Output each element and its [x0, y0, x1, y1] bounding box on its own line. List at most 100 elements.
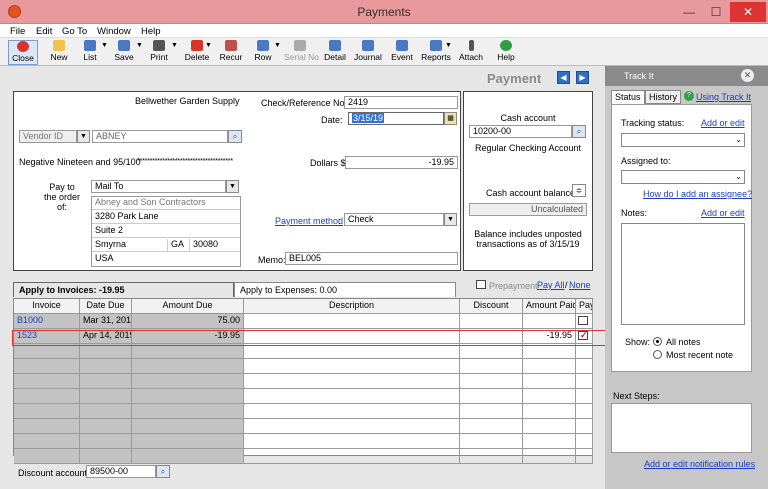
empty-grid-cell[interactable]: [460, 434, 523, 449]
empty-grid-cell[interactable]: [244, 419, 460, 434]
tracking-status-select[interactable]: ⌄: [621, 133, 745, 147]
add-assignee-link[interactable]: How do I add an assignee?: [643, 189, 752, 199]
empty-grid-cell[interactable]: [523, 359, 576, 374]
empty-grid-cell[interactable]: [523, 374, 576, 389]
all-notes-radio[interactable]: [653, 337, 662, 346]
cash-account-search-icon[interactable]: ⌕: [572, 125, 586, 138]
empty-grid-cell[interactable]: [14, 434, 80, 449]
empty-grid-cell[interactable]: [460, 389, 523, 404]
window-close-button[interactable]: ✕: [730, 2, 766, 22]
recent-note-radio[interactable]: [653, 350, 662, 359]
prepayment-checkbox[interactable]: [476, 280, 486, 289]
print-button[interactable]: Print: [149, 40, 169, 65]
event-button[interactable]: Event: [390, 40, 414, 65]
empty-grid-cell[interactable]: [244, 389, 460, 404]
next-record-button[interactable]: ▶: [576, 71, 589, 84]
menu-file[interactable]: File: [10, 26, 25, 37]
empty-grid-cell[interactable]: [14, 449, 80, 464]
row-2-invoice[interactable]: 1523: [14, 329, 80, 344]
menu-edit[interactable]: Edit: [36, 26, 52, 37]
menu-window[interactable]: Window: [97, 26, 131, 37]
empty-grid-cell[interactable]: [244, 434, 460, 449]
discount-search-icon[interactable]: ⌕: [156, 465, 170, 478]
memo-input[interactable]: BEL005: [285, 252, 458, 265]
pay-checkbox[interactable]: ✓: [578, 330, 588, 340]
new-button[interactable]: New: [46, 40, 72, 65]
track-it-close-icon[interactable]: ✕: [741, 69, 754, 82]
dollars-amount[interactable]: -19.95: [345, 156, 458, 169]
save-dropdown-icon[interactable]: ▼: [136, 42, 143, 49]
empty-grid-cell[interactable]: [14, 359, 80, 374]
payment-method-select[interactable]: Check: [344, 213, 444, 226]
vendor-id-dropdown-icon[interactable]: ▼: [77, 130, 90, 143]
delete-dropdown-icon[interactable]: ▼: [205, 42, 212, 49]
pay-checkbox[interactable]: [578, 316, 588, 325]
address-line1[interactable]: 3280 Park Lane: [92, 211, 240, 224]
calculate-balance-icon[interactable]: ≑: [572, 184, 586, 197]
empty-grid-cell[interactable]: [523, 434, 576, 449]
empty-grid-cell[interactable]: [460, 344, 523, 359]
empty-grid-cell[interactable]: [244, 449, 460, 464]
address-country[interactable]: USA: [92, 253, 240, 266]
empty-grid-cell[interactable]: [460, 359, 523, 374]
pay-all-link[interactable]: Pay All: [537, 280, 565, 290]
row-1-description[interactable]: [244, 314, 460, 329]
empty-grid-cell[interactable]: [523, 389, 576, 404]
empty-grid-cell[interactable]: [460, 404, 523, 419]
mail-to-select[interactable]: Mail To: [91, 180, 226, 193]
row-2-discount[interactable]: [460, 329, 523, 344]
row-1-discount[interactable]: [460, 314, 523, 329]
row-2-description[interactable]: [244, 329, 460, 344]
next-steps-box[interactable]: [611, 403, 752, 453]
check-number-input[interactable]: 2419: [344, 96, 458, 109]
assigned-to-select[interactable]: ⌄: [621, 170, 745, 184]
tracking-status-edit-link[interactable]: Add or edit: [701, 118, 745, 128]
tab-apply-expenses[interactable]: Apply to Expenses: 0.00: [234, 282, 456, 297]
menu-goto[interactable]: Go To: [62, 26, 87, 37]
empty-grid-cell[interactable]: [244, 344, 460, 359]
close-button[interactable]: Close: [8, 40, 38, 65]
using-track-it-link[interactable]: Using Track It: [696, 92, 751, 102]
address-name[interactable]: Abney and Son Contractors: [92, 197, 240, 210]
tab-history[interactable]: History: [645, 90, 682, 104]
payment-method-dropdown-icon[interactable]: ▼: [444, 213, 457, 226]
vendor-search-icon[interactable]: ⌕: [228, 130, 242, 143]
tab-status[interactable]: Status: [611, 90, 645, 104]
attach-button[interactable]: Attach: [458, 40, 484, 65]
detail-button[interactable]: Detail: [323, 40, 347, 65]
empty-grid-cell[interactable]: [460, 419, 523, 434]
save-button[interactable]: Save: [113, 40, 135, 65]
empty-grid-cell[interactable]: [460, 374, 523, 389]
empty-grid-cell[interactable]: [523, 344, 576, 359]
empty-grid-cell[interactable]: [460, 449, 523, 464]
empty-grid-cell[interactable]: [244, 374, 460, 389]
address-line2[interactable]: Suite 2: [92, 225, 240, 238]
address-city[interactable]: Smyrna: [92, 239, 168, 252]
help-button[interactable]: Help: [495, 40, 517, 65]
calendar-icon[interactable]: ▦: [444, 112, 457, 125]
empty-grid-cell[interactable]: [14, 389, 80, 404]
empty-grid-cell[interactable]: [14, 404, 80, 419]
list-button[interactable]: List: [80, 40, 100, 65]
prev-record-button[interactable]: ◀: [557, 71, 570, 84]
date-input[interactable]: 3/15/19: [348, 112, 444, 125]
notes-edit-link[interactable]: Add or edit: [701, 208, 745, 218]
notes-box[interactable]: [621, 223, 745, 325]
empty-grid-cell[interactable]: [523, 404, 576, 419]
empty-grid-cell[interactable]: [244, 404, 460, 419]
minimize-button[interactable]: —: [676, 2, 702, 22]
empty-grid-cell[interactable]: [523, 419, 576, 434]
row-button[interactable]: Row: [253, 40, 273, 65]
mail-to-dropdown-icon[interactable]: ▼: [226, 180, 239, 193]
row-2-amount-paid[interactable]: -19.95: [523, 329, 576, 344]
tab-apply-invoices[interactable]: Apply to Invoices: -19.95: [13, 282, 234, 297]
serial-no-button[interactable]: Serial No: [284, 40, 319, 65]
empty-grid-cell[interactable]: [244, 359, 460, 374]
discount-account-input[interactable]: 89500-00: [86, 465, 156, 478]
maximize-button[interactable]: ☐: [703, 2, 729, 22]
empty-grid-cell[interactable]: [523, 449, 576, 464]
notification-rules-link[interactable]: Add or edit notification rules: [644, 459, 755, 469]
recur-button[interactable]: Recur: [219, 40, 243, 65]
list-dropdown-icon[interactable]: ▼: [101, 42, 108, 49]
cash-account-input[interactable]: 10200-00: [469, 125, 572, 138]
